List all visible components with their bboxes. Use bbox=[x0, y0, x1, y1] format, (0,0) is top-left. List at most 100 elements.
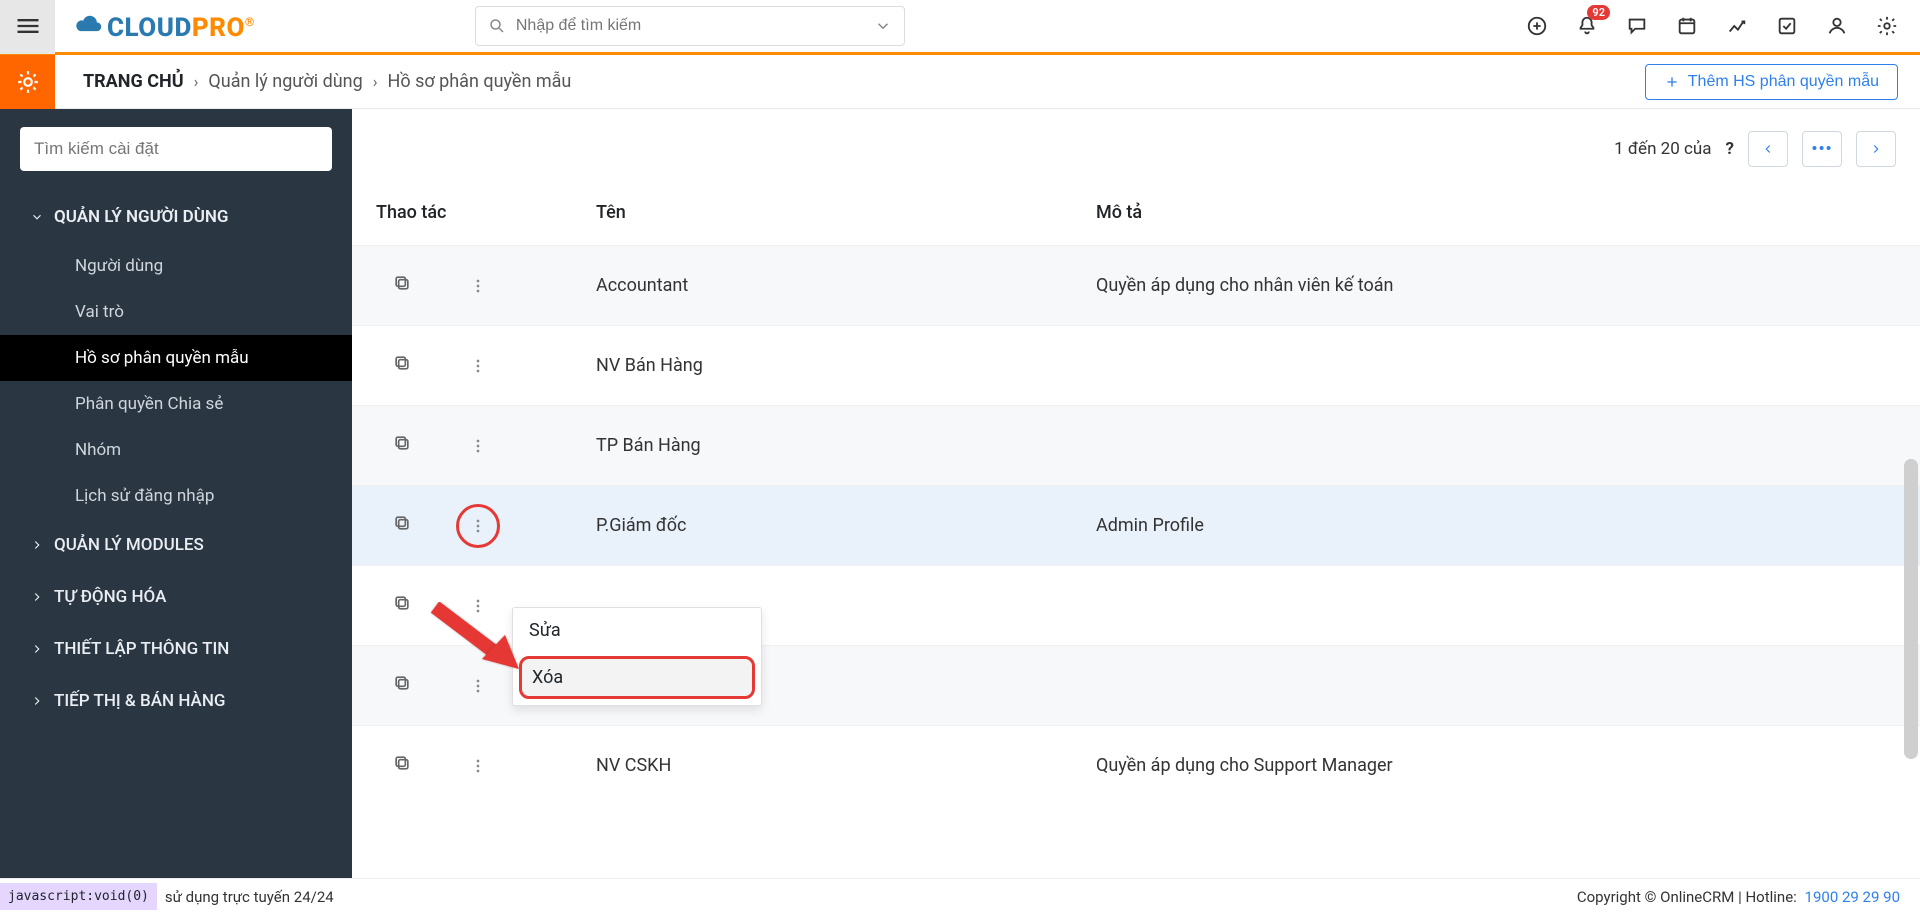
global-search-input[interactable] bbox=[516, 17, 874, 35]
pager-next-button[interactable] bbox=[1856, 131, 1896, 167]
content: 1 đến 20 của ? ••• Thao tác Tên Mô tả bbox=[352, 109, 1920, 914]
copy-icon bbox=[392, 753, 412, 773]
cell-name: TP Bán Hàng bbox=[596, 435, 1096, 456]
topbar-actions: 92 bbox=[1526, 15, 1920, 37]
chevron-right-icon bbox=[1869, 142, 1883, 156]
topbar: CLOUDPRO® 92 bbox=[0, 0, 1920, 55]
chevron-down-icon[interactable] bbox=[874, 17, 892, 35]
duplicate-button[interactable] bbox=[392, 513, 412, 538]
settings-button[interactable] bbox=[1876, 15, 1898, 37]
dots-vertical-icon bbox=[468, 756, 488, 776]
sidebar-group-label: QUẢN LÝ MODULES bbox=[54, 535, 204, 555]
chevron-right-icon bbox=[30, 590, 44, 604]
footer-online-text: sử dụng trực tuyến 24/24 bbox=[165, 888, 334, 906]
sidebar-item-roles[interactable]: Vai trò bbox=[0, 289, 352, 335]
row-more-button[interactable] bbox=[468, 516, 488, 536]
col-name: Tên bbox=[596, 202, 1096, 223]
breadcrumb-level-1[interactable]: Quản lý người dùng bbox=[208, 71, 362, 92]
dots-vertical-icon bbox=[468, 676, 488, 696]
table-row[interactable]: TP Bán Hàng bbox=[352, 405, 1920, 485]
chevron-left-icon bbox=[1761, 142, 1775, 156]
row-more-button[interactable] bbox=[468, 676, 488, 696]
table-row[interactable]: NV Bán Hàng bbox=[352, 325, 1920, 405]
row-more-button[interactable] bbox=[468, 276, 488, 296]
breadcrumb: TRANG CHỦ › Quản lý người dùng › Hồ sơ p… bbox=[83, 71, 571, 92]
copy-icon bbox=[392, 433, 412, 453]
row-more-button[interactable] bbox=[468, 436, 488, 456]
duplicate-button[interactable] bbox=[392, 593, 412, 618]
sidebar-item-profiles[interactable]: Hồ sơ phân quyền mẫu bbox=[0, 335, 352, 381]
breadcrumb-home[interactable]: TRANG CHỦ bbox=[83, 71, 184, 92]
sidebar-item-groups[interactable]: Nhóm bbox=[0, 427, 352, 473]
settings-gear-button[interactable] bbox=[0, 55, 55, 109]
footer: javascript:void(0) sử dụng trực tuyến 24… bbox=[0, 878, 1920, 914]
pager-range: 1 đến 20 của bbox=[1614, 139, 1711, 159]
sidebar-group-users[interactable]: QUẢN LÝ NGƯỜI DÙNG bbox=[0, 191, 352, 243]
sidebar-group-modules[interactable]: QUẢN LÝ MODULES bbox=[0, 519, 352, 571]
pager-more-button[interactable]: ••• bbox=[1802, 131, 1842, 167]
sidebar-item-login-history[interactable]: Lịch sử đăng nhập bbox=[0, 473, 352, 519]
sidebar-group-label: QUẢN LÝ NGƯỜI DÙNG bbox=[54, 207, 229, 227]
row-actions-dropdown: Sửa Xóa bbox=[512, 607, 762, 706]
chat-icon bbox=[1626, 15, 1648, 37]
dots-vertical-icon bbox=[468, 516, 488, 536]
dropdown-edit[interactable]: Sửa bbox=[513, 608, 761, 653]
sidebar-group-label: THIẾT LẬP THÔNG TIN bbox=[54, 639, 229, 659]
notification-badge: 92 bbox=[1587, 5, 1610, 20]
profile-button[interactable] bbox=[1826, 15, 1848, 37]
footer-hotline-link[interactable]: 1900 29 29 90 bbox=[1805, 888, 1900, 906]
duplicate-button[interactable] bbox=[392, 753, 412, 778]
logo-text-1: CLOUD bbox=[107, 13, 192, 43]
dropdown-delete[interactable]: Xóa bbox=[519, 656, 755, 699]
plus-circle-icon bbox=[1526, 15, 1548, 37]
breadcrumb-sep: › bbox=[194, 72, 199, 91]
gear-icon bbox=[1876, 15, 1898, 37]
table-row[interactable]: NV CSKH Quyền áp dụng cho Support Manage… bbox=[352, 725, 1920, 805]
global-search[interactable] bbox=[475, 6, 905, 46]
list-top-strip: 1 đến 20 của ? ••• bbox=[352, 109, 1920, 179]
chevron-right-icon bbox=[30, 538, 44, 552]
duplicate-button[interactable] bbox=[392, 353, 412, 378]
user-icon bbox=[1826, 15, 1848, 37]
duplicate-button[interactable] bbox=[392, 673, 412, 698]
sidebar-group-config[interactable]: THIẾT LẬP THÔNG TIN bbox=[0, 623, 352, 675]
logo-text-2: PRO bbox=[192, 13, 245, 43]
logo[interactable]: CLOUDPRO® bbox=[75, 10, 255, 43]
sidebar-item-users[interactable]: Người dùng bbox=[0, 243, 352, 289]
hamburger-menu-button[interactable] bbox=[0, 0, 55, 54]
duplicate-button[interactable] bbox=[392, 273, 412, 298]
scrollbar-thumb[interactable] bbox=[1904, 459, 1918, 759]
status-link-preview: javascript:void(0) bbox=[0, 883, 157, 910]
logo-registered: ® bbox=[245, 15, 255, 29]
chat-button[interactable] bbox=[1626, 15, 1648, 37]
copy-icon bbox=[392, 673, 412, 693]
breadcrumb-level-2: Hồ sơ phân quyền mẫu bbox=[388, 71, 572, 92]
check-square-icon bbox=[1776, 15, 1798, 37]
dots-vertical-icon bbox=[468, 356, 488, 376]
pager-prev-button[interactable] bbox=[1748, 131, 1788, 167]
duplicate-button[interactable] bbox=[392, 433, 412, 458]
row-more-button[interactable] bbox=[468, 596, 488, 616]
tasks-button[interactable] bbox=[1776, 15, 1798, 37]
row-more-button[interactable] bbox=[468, 756, 488, 776]
content-scrollbar[interactable] bbox=[1904, 319, 1918, 854]
sidebar-group-marketing[interactable]: TIẾP THỊ & BÁN HÀNG bbox=[0, 675, 352, 727]
sidebar-group-automation[interactable]: TỰ ĐỘNG HÓA bbox=[0, 571, 352, 623]
sidebar-search[interactable] bbox=[20, 127, 332, 171]
calendar-button[interactable] bbox=[1676, 15, 1698, 37]
copy-icon bbox=[392, 513, 412, 533]
table-row[interactable]: Accountant Quyền áp dụng cho nhân viên k… bbox=[352, 245, 1920, 325]
chevron-down-icon bbox=[30, 210, 44, 224]
sidebar-item-sharing[interactable]: Phân quyền Chia sẻ bbox=[0, 381, 352, 427]
chevron-right-icon bbox=[30, 642, 44, 656]
row-more-button[interactable] bbox=[468, 356, 488, 376]
notifications-button[interactable]: 92 bbox=[1576, 15, 1598, 37]
sidebar-search-input[interactable] bbox=[20, 127, 332, 171]
chevron-right-icon bbox=[30, 694, 44, 708]
table-row[interactable]: P.Giám đốc Admin Profile bbox=[352, 485, 1920, 565]
secondbar: TRANG CHỦ › Quản lý người dùng › Hồ sơ p… bbox=[0, 55, 1920, 109]
reports-button[interactable] bbox=[1726, 15, 1748, 37]
add-profile-button[interactable]: Thêm HS phân quyền mẫu bbox=[1645, 64, 1898, 100]
sidebar-group-label: TIẾP THỊ & BÁN HÀNG bbox=[54, 691, 225, 711]
add-quick-button[interactable] bbox=[1526, 15, 1548, 37]
